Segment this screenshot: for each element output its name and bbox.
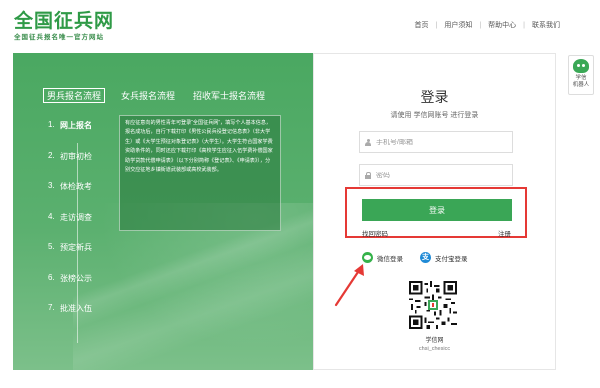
alipay-login-label: 支付宝登录 [435,255,468,263]
alipay-login[interactable]: 支 支付宝登录 [420,252,468,263]
process-step[interactable]: 1. 网上报名 [48,120,92,151]
top-nav: 首页 | 用户须知 | 帮助中心 | 联系我们 [415,20,560,30]
username-input[interactable] [376,138,506,146]
lock-icon [365,171,371,179]
enlistment-process-panel: 男兵报名流程 女兵报名流程 招收军士报名流程 1. 网上报名 2. 初审初检 3… [13,53,313,370]
nav-home[interactable]: 首页 [415,20,429,30]
chatbot-widget[interactable]: 学信 机器人 [568,55,594,95]
nav-contact-us[interactable]: 联系我们 [532,20,560,30]
qr-code [409,281,457,329]
site-logo[interactable]: 全国征兵网 [14,6,114,33]
wechat-login[interactable]: 微信登录 [362,252,403,263]
process-tabs: 男兵报名流程 女兵报名流程 招收军士报名流程 [43,88,281,103]
nav-help-center[interactable]: 帮助中心 [488,20,516,30]
user-icon [365,138,371,146]
process-step[interactable]: 5. 预定新兵 [48,242,92,273]
process-step[interactable]: 4. 走访调查 [48,212,92,243]
nav-divider: | [523,21,525,29]
login-title: 登录 [420,89,449,105]
steps-timeline [77,143,78,343]
chatbot-label-line2: 机器人 [572,82,590,88]
chatbot-label-line1: 学信 [575,75,587,81]
nav-divider: | [479,21,482,29]
login-panel: 登录 请使用 学信网账号 进行登录 登录 找回密码 注册 微信登录 支 支付宝登… [313,53,556,370]
username-field[interactable] [359,131,513,153]
site-tagline: 全国征兵报名唯一官方网站 [14,34,104,41]
process-steps: 1. 网上报名 2. 初审初检 3. 体检政考 4. 走访调查 5. 预定新兵 … [48,120,92,334]
login-button[interactable]: 登录 [362,199,512,221]
qr-caption: 学信网 chsi_chesicc [314,337,555,353]
process-step[interactable]: 7. 批准入伍 [48,303,92,334]
wechat-login-label: 微信登录 [377,255,403,263]
tab-female-process[interactable]: 女兵报名流程 [119,88,177,103]
register-link[interactable]: 注册 [498,228,511,238]
site-header: 全国征兵网 全国征兵报名唯一官方网站 首页 | 用户须知 | 帮助中心 | 联系… [0,0,600,48]
robot-icon [573,59,589,73]
qr-caption-title: 学信网 [425,338,444,344]
password-input[interactable] [376,171,506,179]
step-description: 有应征意向的男性青年可登录“全国征兵网”，填写个人基本信息，报名成功后，自行下载… [119,115,281,231]
process-step[interactable]: 2. 初审初检 [48,151,92,182]
tab-nco-process[interactable]: 招收军士报名流程 [191,88,267,103]
login-subtitle: 请使用 学信网账号 进行登录 [390,112,479,119]
process-step[interactable]: 3. 体检政考 [48,181,92,212]
annotation-arrow [334,264,364,307]
process-step[interactable]: 6. 张榜公示 [48,273,92,304]
forgot-password-link[interactable]: 找回密码 [362,228,388,238]
nav-divider: | [435,21,438,29]
nav-user-guide[interactable]: 用户须知 [444,20,472,30]
wechat-icon [362,252,373,263]
alipay-icon: 支 [420,252,431,263]
tab-male-process[interactable]: 男兵报名流程 [43,88,106,103]
password-field[interactable] [359,164,513,186]
qr-caption-account: chsi_chesicc [418,346,451,352]
